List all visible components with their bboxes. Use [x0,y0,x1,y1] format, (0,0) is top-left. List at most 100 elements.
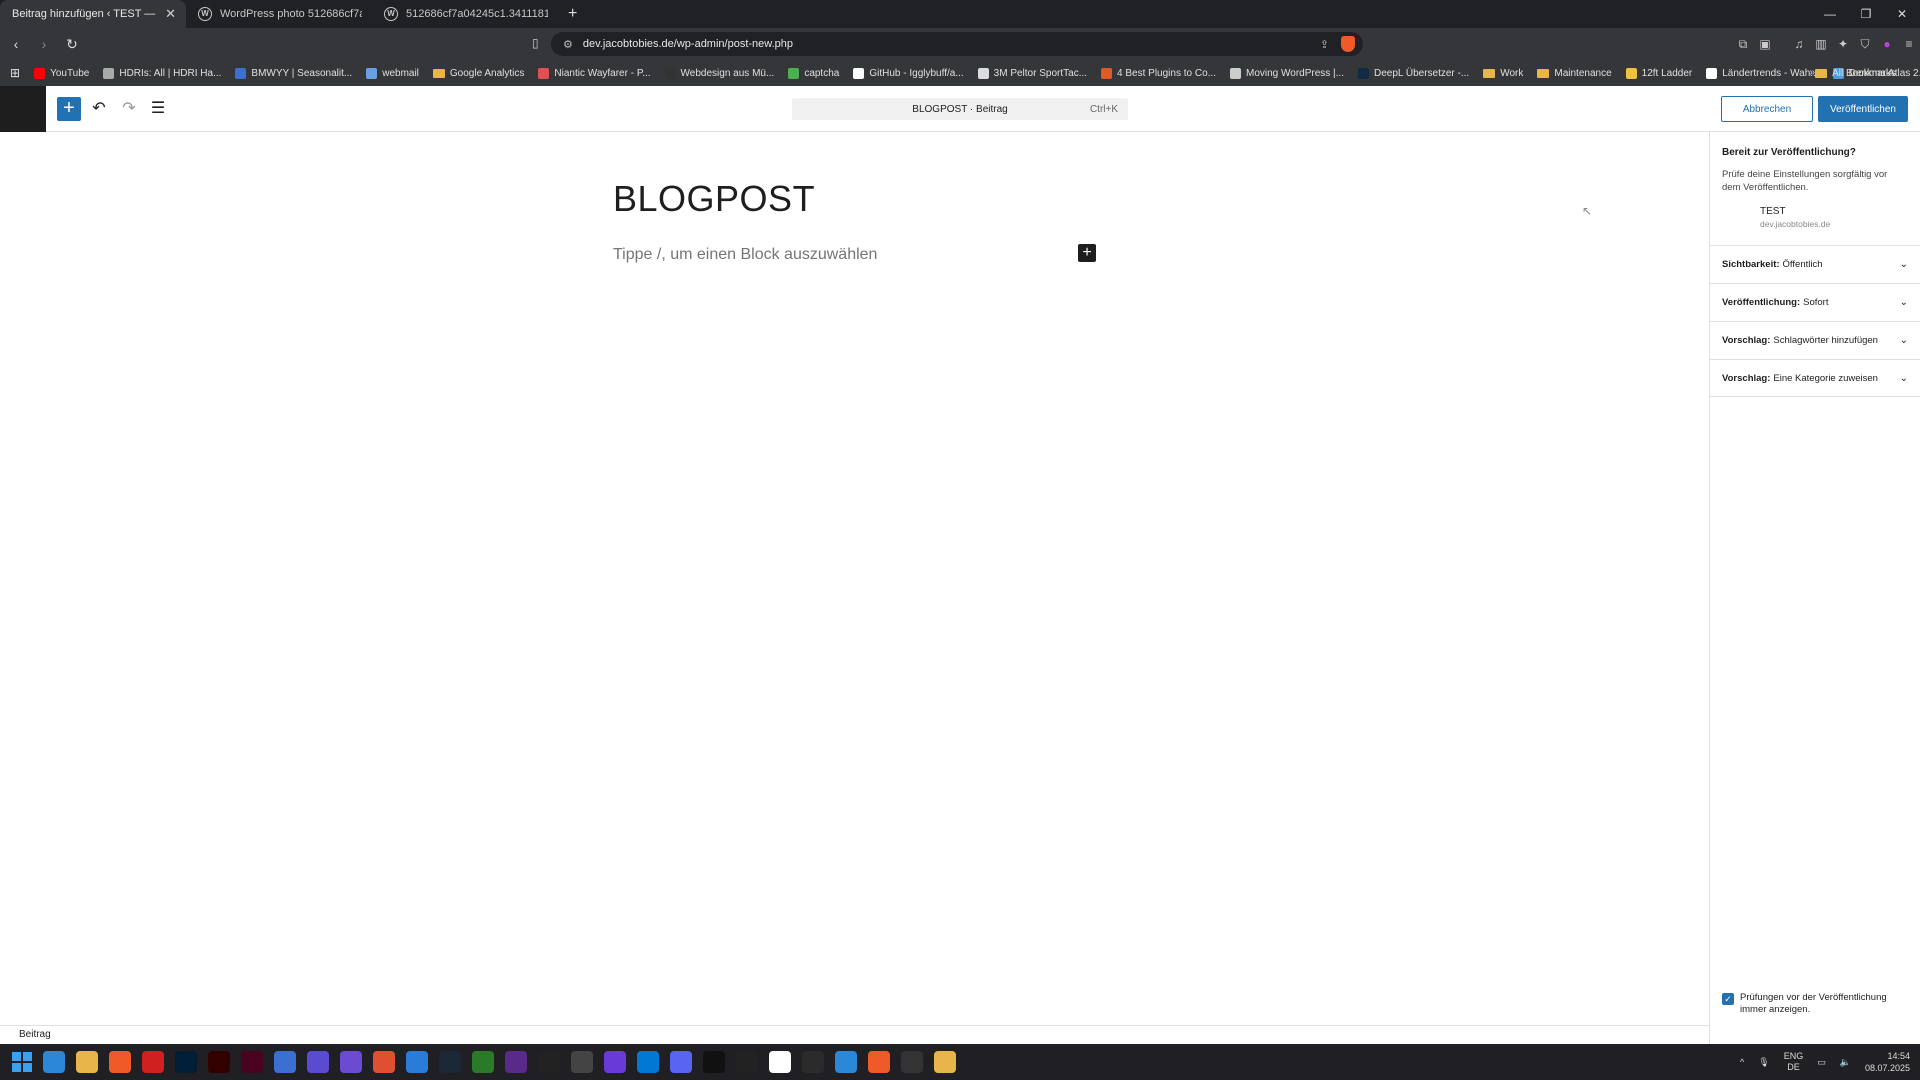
bookmark-item[interactable]: HDRIs: All | HDRI Ha... [103,67,221,79]
chevron-down-icon: ⌄ [1899,372,1908,384]
language-indicator[interactable]: ENG DE [1784,1051,1804,1073]
command-shortcut: Ctrl+K [1089,103,1118,115]
bookmark-item[interactable]: DeepL Übersetzer -... [1357,67,1469,79]
all-bookmarks[interactable]: All Bookmarks [1815,60,1896,86]
taskbar-app-icon[interactable] [76,1051,98,1073]
command-palette-button[interactable]: BLOGPOST · Beitrag Ctrl+K [792,98,1128,120]
volume-icon[interactable]: 🔈 [1840,1057,1851,1068]
network-icon[interactable]: ▭ [1817,1057,1826,1068]
minimize-icon[interactable]: — [1812,0,1848,28]
close-window-icon[interactable]: ✕ [1884,0,1920,28]
add-block-button[interactable]: + [1078,244,1096,262]
taskbar-app-icon[interactable] [736,1051,758,1073]
bookmark-item[interactable]: webmail [366,67,419,79]
ai-icon[interactable]: ✦ [1832,37,1854,51]
share-icon[interactable]: ⇪ [1320,38,1329,51]
taskbar-app-icon[interactable] [274,1051,296,1073]
taskbar-app-icon[interactable] [208,1051,230,1073]
taskbar-app-icon[interactable] [604,1051,626,1073]
browser-tab-1[interactable]: Beitrag hinzufügen ‹ TEST — Wo ✕ [0,0,186,28]
profile-icon[interactable]: ● [1876,37,1898,51]
wallet-icon[interactable]: ▣ [1754,37,1776,51]
clock[interactable]: 14:54 08.07.2025 [1865,1050,1910,1074]
bookmark-item[interactable]: Google Analytics [432,68,524,79]
new-tab-button[interactable]: + [558,0,587,28]
bookmark-item[interactable]: 3M Peltor SportTac... [977,67,1087,79]
taskbar-app-icon[interactable] [175,1051,197,1073]
block-inserter-button[interactable]: + [57,97,81,121]
taskbar-app-icon[interactable] [373,1051,395,1073]
forward-icon[interactable]: › [32,32,56,56]
sidebar-icon[interactable]: ▥ [1810,37,1832,51]
checkbox-checked-icon[interactable]: ✓ [1722,993,1734,1005]
taskbar-app-icon[interactable] [868,1051,890,1073]
bookmark-item[interactable]: captcha [788,67,839,79]
bookmark-label: Maintenance [1554,67,1612,79]
bookmark-page-icon[interactable]: ▯ [532,36,539,50]
taskbar-app-icon[interactable] [472,1051,494,1073]
bookmark-item[interactable]: YouTube [34,67,89,79]
panel-label: Vorschlag: [1722,372,1771,384]
taskbar-app-icon[interactable] [571,1051,593,1073]
publish-button[interactable]: Veröffentlichen [1818,96,1908,122]
taskbar-app-icon[interactable] [670,1051,692,1073]
address-bar[interactable]: ⚙ dev.jacobtobies.de/wp-admin/post-new.p… [551,32,1363,56]
windows-start-icon[interactable] [12,1052,32,1072]
bookmark-item[interactable]: Niantic Wayfarer - P... [538,67,651,79]
bookmark-item[interactable]: Moving WordPress |... [1229,67,1344,79]
taskbar-app-icon[interactable] [538,1051,560,1073]
restore-icon[interactable]: ❐ [1848,0,1884,28]
bookmark-item[interactable]: BMWYY | Seasonalit... [235,67,352,79]
taskbar-app-icon[interactable] [142,1051,164,1073]
taskbar-app-icon[interactable] [340,1051,362,1073]
taskbar-app-icon[interactable] [439,1051,461,1073]
taskbar-app-icon[interactable] [901,1051,923,1073]
taskbar-app-icon[interactable] [637,1051,659,1073]
prepublish-checks-toggle[interactable]: ✓ Prüfungen vor der Veröffentlichung imm… [1722,992,1900,1016]
bookmark-item[interactable]: Maintenance [1537,67,1612,79]
taskbar-app-icon[interactable] [406,1051,428,1073]
apps-icon[interactable]: ⊞ [10,66,20,80]
taskbar-app-icon[interactable] [703,1051,725,1073]
site-settings-icon[interactable]: ⚙ [563,38,573,51]
wordpress-logo[interactable] [0,86,46,132]
taskbar-app-icon[interactable] [307,1051,329,1073]
taskbar-app-icon[interactable] [109,1051,131,1073]
bookmark-item[interactable]: Webdesign aus Mü... [664,67,774,79]
taskbar-app-icon[interactable] [835,1051,857,1073]
bookmark-item[interactable]: 12ft Ladder [1625,67,1692,79]
taskbar-app-icon[interactable] [769,1051,791,1073]
microphone-icon[interactable]: 🎙 [1758,1057,1769,1068]
breadcrumb-item[interactable]: Beitrag [19,1029,51,1040]
bookmark-item[interactable]: 4 Best Plugins to Co... [1101,67,1216,79]
back-icon[interactable]: ‹ [4,32,28,56]
close-tab-icon[interactable]: ✕ [165,6,176,22]
panel-publish-date[interactable]: Veröffentlichung: Sofort ⌄ [1710,283,1920,321]
browser-tab-2[interactable]: W WordPress photo 512686cf7a | Word [186,0,372,28]
taskbar-app-icon[interactable] [934,1051,956,1073]
block-placeholder[interactable]: Tippe /, um einen Block auszuwählen [613,246,877,264]
extensions-icon[interactable]: ⧉ [1732,37,1754,52]
taskbar-app-icon[interactable] [43,1051,65,1073]
bookmark-item[interactable]: Work [1483,68,1523,79]
chevron-up-icon[interactable]: ^ [1740,1057,1744,1067]
bookmark-item[interactable]: Ländertrends - Wah... [1706,67,1819,79]
panel-category-suggestion[interactable]: Vorschlag: Eine Kategorie zuweisen ⌄ [1710,359,1920,397]
vpn-icon[interactable]: ⛉ [1854,37,1876,52]
undo-icon[interactable]: ↶ [87,97,111,121]
media-icon[interactable]: ♫ [1788,37,1810,51]
redo-icon[interactable]: ↷ [117,97,141,121]
cancel-button[interactable]: Abbrechen [1721,96,1813,122]
reload-icon[interactable]: ↻ [60,32,84,56]
post-title[interactable]: BLOGPOST [613,178,815,220]
taskbar-app-icon[interactable] [802,1051,824,1073]
panel-visibility[interactable]: Sichtbarkeit: Öffentlich ⌄ [1710,245,1920,283]
taskbar-app-icon[interactable] [505,1051,527,1073]
brave-shields-icon[interactable] [1341,36,1355,52]
taskbar-app-icon[interactable] [241,1051,263,1073]
panel-tags-suggestion[interactable]: Vorschlag: Schlagwörter hinzufügen ⌄ [1710,321,1920,359]
browser-tab-3[interactable]: W 512686cf7a04245c1.34111813-1536 [372,0,558,28]
document-overview-icon[interactable]: ☰ [146,97,170,121]
bookmark-item[interactable]: GitHub - Igglybuff/a... [853,67,964,79]
menu-icon[interactable]: ≡ [1898,37,1920,51]
